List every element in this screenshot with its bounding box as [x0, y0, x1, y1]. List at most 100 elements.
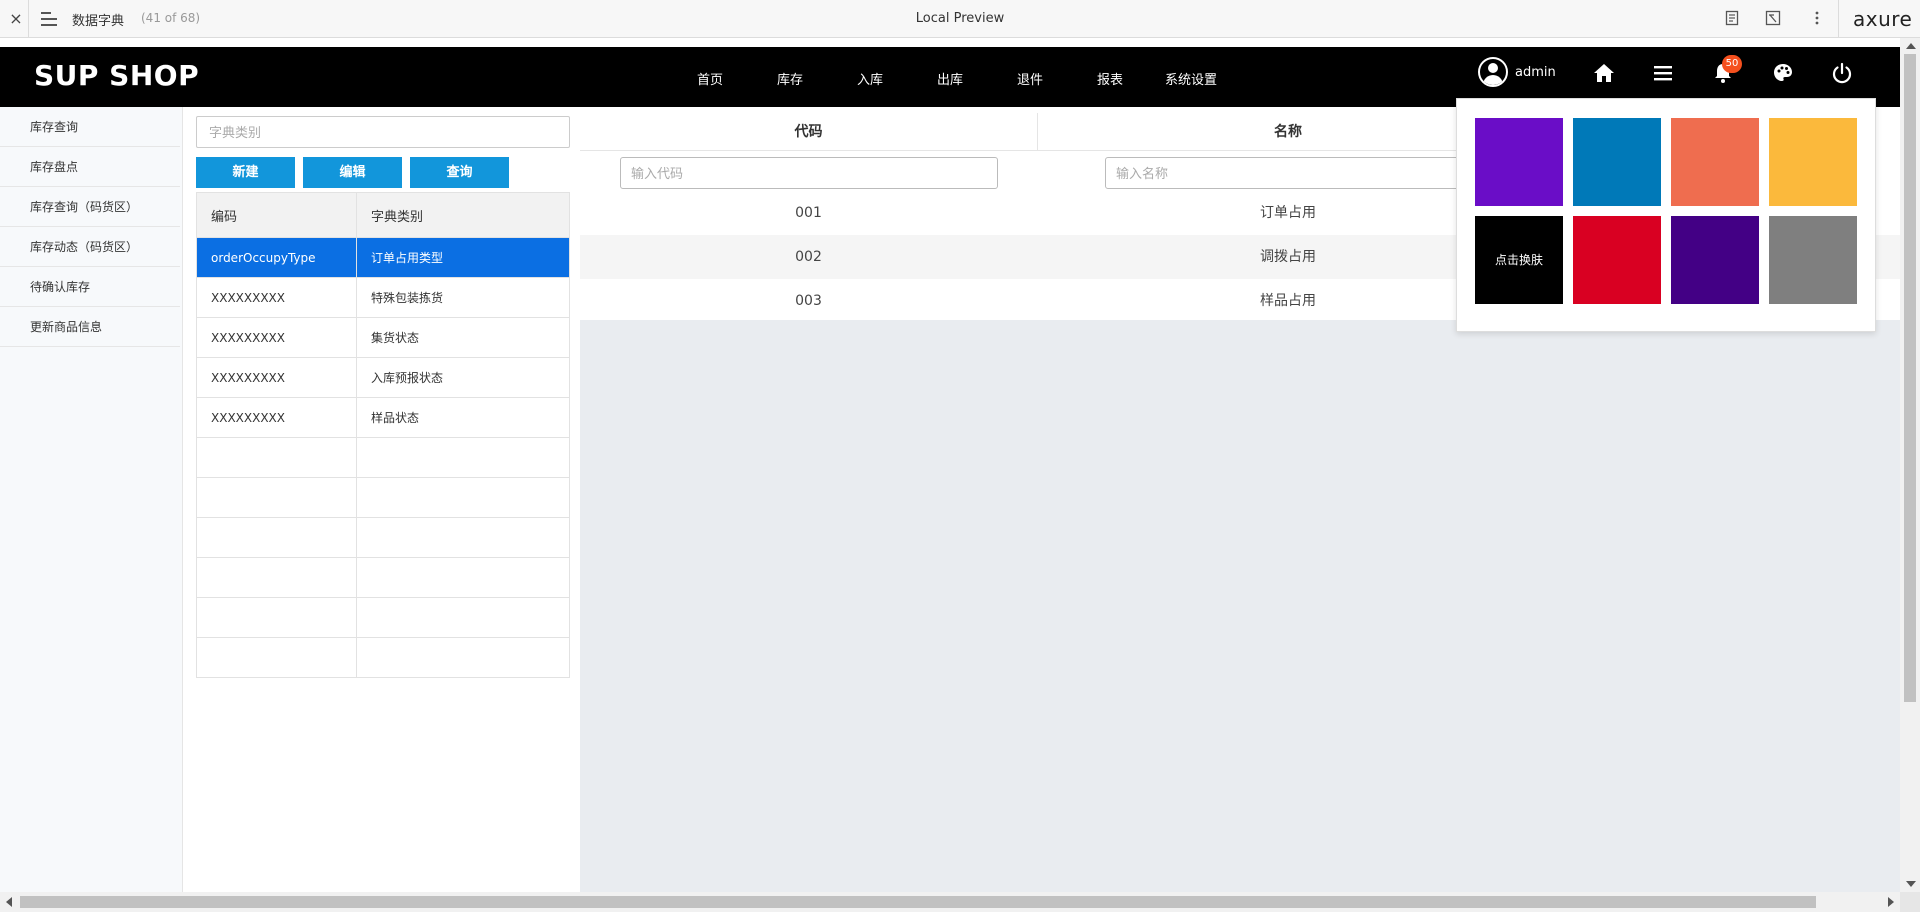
close-icon[interactable]: ×	[6, 9, 26, 29]
cell-code	[196, 477, 357, 518]
menu-icon[interactable]	[1651, 61, 1675, 85]
scroll-down-icon[interactable]	[1906, 881, 1916, 887]
cell-code: orderOccupyType	[196, 237, 357, 278]
sidebar-item-inventory-movement-staging[interactable]: 库存动态（码货区）	[0, 227, 180, 267]
table-row[interactable]	[196, 557, 570, 598]
table-row[interactable]: orderOccupyType 订单占用类型	[196, 237, 570, 278]
table-row[interactable]	[196, 517, 570, 558]
nav-outbound[interactable]: 出库	[937, 69, 963, 88]
theme-swatch[interactable]	[1475, 118, 1563, 206]
home-icon[interactable]	[1592, 61, 1616, 85]
cell-code: 002	[795, 249, 822, 265]
cell-category	[356, 437, 570, 478]
theme-swatch[interactable]	[1671, 118, 1759, 206]
theme-swatch[interactable]	[1769, 118, 1857, 206]
brand-logo[interactable]: SUP SHOP	[34, 59, 199, 92]
sidebar-item-inventory-query-staging[interactable]: 库存查询（码货区）	[0, 187, 180, 227]
palette-icon[interactable]	[1771, 61, 1795, 85]
nav-inventory[interactable]: 库存	[777, 69, 803, 88]
nav-returns[interactable]: 退件	[1017, 69, 1043, 88]
cell-category: 入库预报状态	[356, 357, 570, 398]
column-header-code[interactable]: 编码	[196, 192, 357, 238]
scroll-thumb[interactable]	[1904, 54, 1916, 702]
nav-system-settings[interactable]: 系统设置	[1165, 69, 1217, 88]
scroll-up-icon[interactable]	[1906, 43, 1916, 49]
name-filter-input[interactable]	[1105, 157, 1483, 189]
table-row[interactable]	[196, 437, 570, 478]
category-table: 编码 字典类别 orderOccupyType 订单占用类型 XXXXXXXXX 特殊…	[196, 192, 570, 678]
new-button[interactable]: 新建	[196, 157, 295, 188]
cell-category	[356, 517, 570, 558]
cell-code	[196, 437, 357, 478]
avatar-icon[interactable]	[1478, 57, 1508, 87]
sidebar-item-inventory-query[interactable]: 库存查询	[0, 107, 180, 147]
nav-home[interactable]: 首页	[697, 69, 723, 88]
cell-code	[196, 517, 357, 558]
cell-category: 特殊包装拣货	[356, 277, 570, 318]
cell-category: 订单占用类型	[356, 237, 570, 278]
cell-category: 样品状态	[356, 397, 570, 438]
column-header-code[interactable]: 代码	[580, 113, 1037, 151]
cell-code	[196, 597, 357, 638]
table-row[interactable]: XXXXXXXXX 集货状态	[196, 317, 570, 358]
power-icon[interactable]	[1830, 61, 1854, 85]
horizontal-scrollbar[interactable]	[0, 892, 1900, 912]
scroll-thumb[interactable]	[20, 896, 1816, 908]
cell-category	[356, 597, 570, 638]
column-header-category[interactable]: 字典类别	[356, 192, 570, 238]
nav-inbound[interactable]: 入库	[857, 69, 883, 88]
divider	[1838, 0, 1839, 38]
cell-code: XXXXXXXXX	[196, 357, 357, 398]
divider	[28, 0, 29, 38]
theme-swatch[interactable]	[1573, 118, 1661, 206]
sidebar: 库存查询 库存盘点 库存查询（码货区） 库存动态（码货区） 待确认库存 更新商品…	[0, 107, 183, 892]
empty-area	[580, 320, 1900, 892]
cell-category	[356, 557, 570, 598]
change-skin-button[interactable]: 点击换肤	[1475, 216, 1563, 304]
page-count: (41 of 68)	[141, 11, 201, 25]
vertical-scrollbar[interactable]	[1900, 38, 1920, 892]
table-row[interactable]: XXXXXXXXX 特殊包装拣货	[196, 277, 570, 318]
table-row[interactable]: XXXXXXXXX 样品状态	[196, 397, 570, 438]
sidebar-item-pending-inventory[interactable]: 待确认库存	[0, 267, 180, 307]
query-button[interactable]: 查询	[410, 157, 509, 188]
theme-swatch[interactable]	[1769, 216, 1857, 304]
preview-toolbar: × 数据字典 (41 of 68) Local Preview axure	[0, 0, 1920, 38]
table-row[interactable]	[196, 637, 570, 678]
table-header-row: 编码 字典类别	[196, 192, 570, 238]
sidebar-item-stocktake[interactable]: 库存盘点	[0, 147, 180, 187]
theme-swatch[interactable]	[1671, 216, 1759, 304]
cell-category	[356, 637, 570, 678]
cell-code: XXXXXXXXX	[196, 397, 357, 438]
sitemap-menu-icon[interactable]	[41, 11, 59, 27]
notification-badge: 50	[1722, 55, 1742, 73]
preview-title: Local Preview	[915, 11, 1005, 26]
table-row[interactable]	[196, 477, 570, 518]
cell-code: 001	[795, 205, 822, 221]
category-search-input[interactable]	[196, 116, 570, 148]
user-name[interactable]: admin	[1515, 65, 1556, 80]
theme-swatch[interactable]	[1573, 216, 1661, 304]
cell-code	[196, 557, 357, 598]
axure-logo: axure	[1853, 7, 1913, 31]
cell-category	[356, 477, 570, 518]
theme-picker-dropdown: 点击换肤	[1456, 98, 1876, 332]
notes-icon[interactable]	[1723, 10, 1741, 28]
cell-code: XXXXXXXXX	[196, 277, 357, 318]
scroll-left-icon[interactable]	[6, 897, 12, 907]
scroll-right-icon[interactable]	[1888, 897, 1894, 907]
page-name: 数据字典	[72, 14, 125, 29]
table-row[interactable]	[196, 597, 570, 638]
code-filter-input[interactable]	[620, 157, 998, 189]
edit-button[interactable]: 编辑	[303, 157, 402, 188]
nav-reports[interactable]: 报表	[1097, 69, 1123, 88]
inspect-icon[interactable]	[1764, 10, 1782, 28]
table-row[interactable]: XXXXXXXXX 入库预报状态	[196, 357, 570, 398]
cell-code: 003	[795, 293, 822, 309]
cell-category: 集货状态	[356, 317, 570, 358]
cell-code	[196, 637, 357, 678]
cell-code: XXXXXXXXX	[196, 317, 357, 358]
scrollbar-corner	[1900, 892, 1920, 912]
more-icon[interactable]	[1808, 10, 1826, 28]
sidebar-item-update-product-info[interactable]: 更新商品信息	[0, 307, 180, 347]
